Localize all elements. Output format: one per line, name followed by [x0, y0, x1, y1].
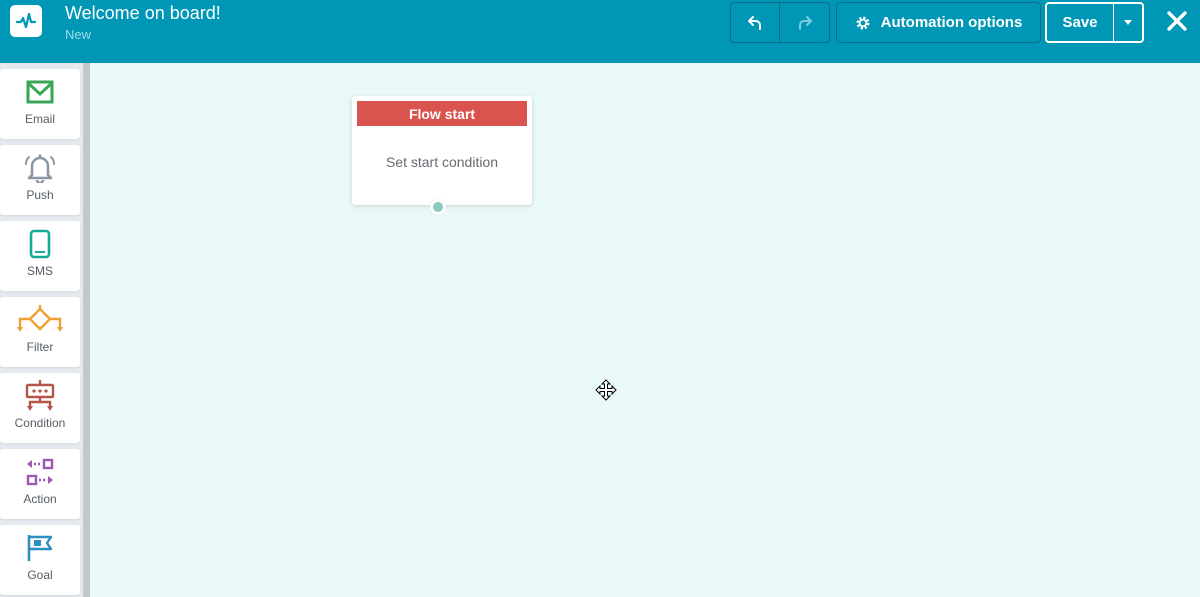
palette-item-label: Email: [24, 112, 55, 126]
undo-button[interactable]: [730, 2, 780, 43]
palette-item-condition[interactable]: Condition: [0, 373, 80, 443]
mobile-icon: [29, 229, 51, 259]
palette-item-push[interactable]: Push: [0, 145, 80, 215]
move-cursor-icon: [595, 379, 617, 401]
palette-item-label: Filter: [26, 340, 54, 354]
palette-item-label: Goal: [27, 568, 53, 582]
palette-item-goal[interactable]: Goal: [0, 525, 80, 595]
node-body-text: Set start condition: [385, 154, 499, 170]
flow-canvas[interactable]: [90, 63, 1200, 597]
close-button[interactable]: [1163, 6, 1191, 36]
palette-item-label: Action: [23, 492, 57, 506]
action-icon: [26, 458, 54, 486]
palette-item-filter[interactable]: Filter: [0, 297, 80, 367]
palette-item-sms[interactable]: SMS: [0, 221, 80, 291]
flow-start-node[interactable]: Flow start Set start condition: [352, 96, 532, 215]
palette-item-label: SMS: [26, 264, 53, 278]
app-logo[interactable]: [10, 5, 42, 37]
automation-options-button[interactable]: Automation options: [836, 2, 1041, 43]
automation-options-label: Automation options: [880, 14, 1023, 31]
close-icon: [1167, 11, 1187, 31]
save-button-group: Save: [1045, 2, 1144, 43]
palette-item-label: Push: [26, 188, 54, 202]
palette-item-email[interactable]: Email: [0, 69, 80, 139]
bell-icon: [25, 154, 55, 183]
node-output-port[interactable]: [430, 199, 446, 215]
redo-icon: [798, 15, 812, 30]
page-title: Welcome on board!: [65, 3, 221, 23]
node-title: Flow start: [357, 101, 527, 126]
goal-flag-icon: [27, 535, 53, 561]
status-label: New: [65, 27, 92, 42]
redo-button[interactable]: [780, 2, 830, 43]
save-button[interactable]: Save: [1047, 4, 1114, 41]
save-dropdown-button[interactable]: [1114, 4, 1142, 41]
email-icon: [26, 80, 54, 104]
palette-item-action[interactable]: Action: [0, 449, 80, 519]
top-bar: Welcome on board! New Automation options…: [0, 0, 1200, 63]
sidebar-scrollbar[interactable]: [83, 63, 90, 597]
condition-icon: [25, 380, 55, 411]
filter-split-icon: [17, 305, 63, 332]
palette-item-label: Condition: [14, 416, 66, 430]
pulse-icon: [15, 12, 37, 29]
caret-down-icon: [1124, 19, 1132, 25]
gear-icon: [856, 16, 870, 29]
undo-icon: [748, 15, 761, 30]
